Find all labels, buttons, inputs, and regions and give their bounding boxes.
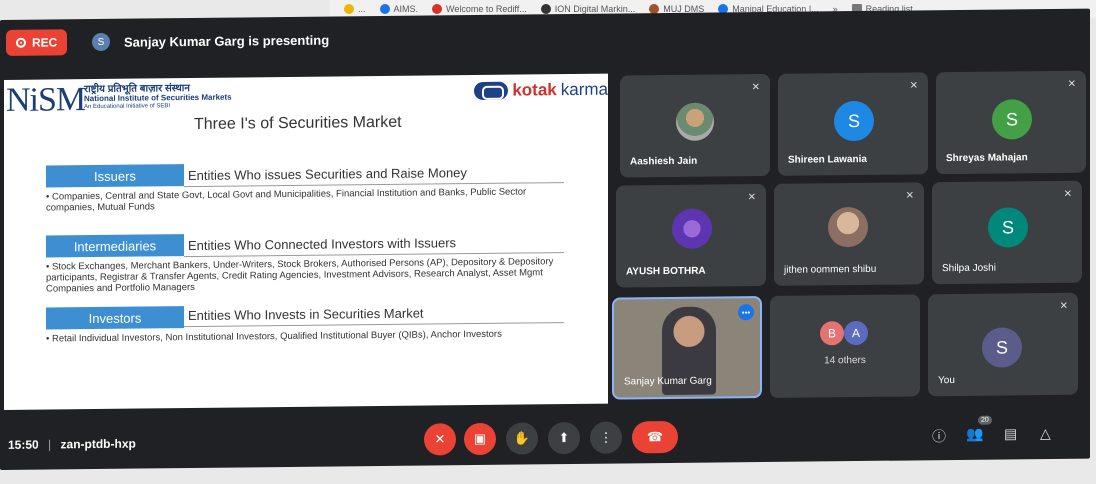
bookmark-favicon-icon xyxy=(432,4,443,14)
category-desc: Entities Who Invests in Securities Marke… xyxy=(188,305,424,324)
bookmark-item[interactable]: AIMS. xyxy=(379,4,419,14)
category-investors: Investors xyxy=(46,306,184,330)
kotak-karma-logo: kotak karma xyxy=(474,80,608,101)
participant-tile[interactable]: ✕ jithen oommen shibu xyxy=(774,182,924,286)
category-desc: Entities Who Connected Investors with Is… xyxy=(188,235,457,254)
category-issuers: Issuers xyxy=(46,164,184,188)
recording-label: REC xyxy=(32,35,58,50)
participant-tile[interactable]: ✕ AYUSH BOTHRA xyxy=(616,183,766,288)
bookmark-label: AIMS. xyxy=(393,4,419,14)
participant-avatar: S xyxy=(988,207,1028,248)
bookmark-favicon-icon xyxy=(540,4,551,14)
participant-tile[interactable]: ✕ Aashiesh Jain xyxy=(620,73,770,178)
more-options-button[interactable]: ⋮ xyxy=(590,421,622,454)
bookmark-favicon-icon xyxy=(379,4,390,14)
browser-frame: ... AIMS. Welcome to Rediff... ION Digit… xyxy=(0,0,1096,484)
category-divider xyxy=(184,322,564,328)
mic-off-icon: ✕ xyxy=(909,80,918,92)
meeting-info: 15:50 | zan-ptdb-hxp xyxy=(8,437,136,452)
others-tile[interactable]: B A 14 others xyxy=(770,294,920,398)
present-screen-icon: ⬆ xyxy=(558,430,570,446)
participant-avatar: S xyxy=(992,99,1032,140)
hang-up-icon: ☎ xyxy=(646,429,664,445)
speaking-indicator-icon: ••• xyxy=(738,304,754,321)
record-icon xyxy=(16,37,26,48)
participant-tile[interactable]: ✕ S Shreyas Mahajan xyxy=(936,70,1086,175)
bookmark-label: Welcome to Rediff... xyxy=(446,4,527,14)
org-tagline: An Educational Initiative of SEBI xyxy=(84,103,171,111)
clock-time: 15:50 xyxy=(8,437,39,452)
meeting-code: zan-ptdb-hxp xyxy=(60,436,136,452)
category-bullet: • Companies, Central and State Govt, Loc… xyxy=(46,186,527,214)
self-tile[interactable]: ✕ S You xyxy=(928,292,1078,397)
participant-avatar: B xyxy=(820,321,844,346)
presenter-avatar: S xyxy=(92,32,110,52)
mic-off-icon: ✕ xyxy=(1063,188,1072,200)
participant-avatar: A xyxy=(844,320,868,346)
participant-name: Aashiesh Jain xyxy=(630,155,698,168)
participant-photo xyxy=(828,206,868,248)
participant-name: Shireen Lawania xyxy=(788,153,867,166)
category-bullet: • Stock Exchanges, Merchant Bankers, Und… xyxy=(46,256,554,295)
participant-avatar: S xyxy=(982,327,1022,368)
bookmark-favicon-icon xyxy=(344,4,354,14)
bookmark-item[interactable]: Welcome to Rediff... xyxy=(432,4,527,14)
presentation-slide: NiSM राष्ट्रीय प्रतिभूति बाज़ार संस्थान … xyxy=(4,73,608,410)
mic-toggle-button[interactable]: ✕ xyxy=(424,423,456,456)
info-icon[interactable]: ⓘ xyxy=(932,426,946,446)
participant-name: Sanjay Kumar Garg xyxy=(624,375,712,388)
participant-name: Shreyas Mahajan xyxy=(946,152,1028,165)
meet-topbar: REC S Sanjay Kumar Garg is presenting xyxy=(0,9,1090,70)
present-button[interactable]: ⬆ xyxy=(548,421,580,455)
mic-off-icon: ✕ xyxy=(905,190,914,202)
kotak-logo-icon xyxy=(474,81,509,101)
participant-name: Shilpa Joshi xyxy=(942,262,996,275)
mic-off-icon: ✕ xyxy=(1059,300,1068,312)
mic-off-icon: ✕ xyxy=(434,431,446,447)
mic-off-icon: ✕ xyxy=(1067,78,1076,90)
clock-separator: | xyxy=(48,437,52,452)
bookmark-item[interactable]: ... xyxy=(344,4,366,14)
participant-name: jithen oommen shibu xyxy=(784,263,877,276)
camera-off-icon: ▣ xyxy=(473,430,487,447)
category-bullet: • Retail Individual Investors, Non Insti… xyxy=(46,328,502,345)
camera-toggle-button[interactable]: ▣ xyxy=(464,422,496,456)
nism-logo: NiSM xyxy=(6,81,86,119)
activities-icon[interactable]: △ xyxy=(1040,425,1051,442)
participant-photo xyxy=(672,208,712,249)
hand-icon: ✋ xyxy=(513,430,531,446)
leave-call-button[interactable]: ☎ xyxy=(632,420,678,454)
others-count: 14 others xyxy=(824,354,866,367)
recording-badge[interactable]: REC xyxy=(6,29,68,56)
presenter-video-tile[interactable]: ••• Sanjay Kumar Garg xyxy=(612,296,762,400)
people-icon[interactable]: 👥 xyxy=(966,426,983,443)
category-desc: Entities Who issues Securities and Raise… xyxy=(188,165,467,184)
mic-off-icon: ✕ xyxy=(751,82,760,94)
meet-controls-bar: 15:50 | zan-ptdb-hxp ✕ ▣ ✋ ⬆ ⋮ ☎ ⓘ 👥 20 … xyxy=(0,409,1090,470)
meet-window: REC S Sanjay Kumar Garg is presenting Ni… xyxy=(0,8,1090,470)
nism-org-text: राष्ट्रीय प्रतिभूति बाज़ार संस्थान Natio… xyxy=(84,83,232,113)
participant-name: AYUSH BOTHRA xyxy=(626,265,706,278)
participant-tile[interactable]: ✕ S Shilpa Joshi xyxy=(932,180,1082,285)
participant-name: You xyxy=(938,375,955,387)
participant-photo xyxy=(676,102,714,141)
karma-text: karma xyxy=(560,79,608,100)
raise-hand-button[interactable]: ✋ xyxy=(506,422,538,455)
mic-off-icon: ✕ xyxy=(747,192,756,204)
chat-icon[interactable]: ▤ xyxy=(1004,425,1017,442)
category-intermediaries: Intermediaries xyxy=(46,234,184,258)
slide-title: Three I's of Securities Market xyxy=(194,113,402,133)
participant-tile[interactable]: ✕ S Shireen Lawania xyxy=(778,72,928,176)
bookmark-label: ... xyxy=(358,4,366,14)
presenting-text: Sanjay Kumar Garg is presenting xyxy=(124,32,330,50)
participant-avatar: S xyxy=(834,100,874,142)
kotak-text: kotak xyxy=(512,80,557,100)
more-vert-icon: ⋮ xyxy=(599,429,613,445)
people-count-badge: 20 xyxy=(978,415,992,425)
